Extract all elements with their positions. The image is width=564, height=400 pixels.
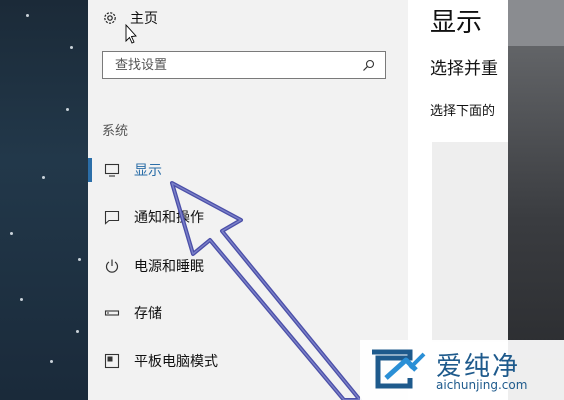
nav-item-label: 显示 (134, 163, 162, 179)
background-window-titlebar (508, 0, 564, 46)
nav-item-power-sleep[interactable]: 电源和睡眠 (88, 246, 408, 286)
search-icon[interactable] (362, 59, 375, 72)
display-preview-area[interactable] (432, 142, 508, 342)
notification-icon (104, 209, 120, 225)
section-description: 选择下面的 (430, 104, 496, 119)
power-icon (104, 258, 120, 274)
active-indicator (88, 158, 92, 182)
nav-item-storage[interactable]: 存储 (88, 293, 408, 333)
tablet-mode-icon (104, 353, 120, 369)
section-subtitle: 选择并重 (430, 59, 498, 79)
nav-item-label: 通知和操作 (134, 210, 204, 226)
home-nav-item[interactable]: 主页 (102, 6, 158, 30)
settings-search-box[interactable] (102, 51, 386, 79)
monitor-icon (104, 162, 120, 178)
watermark: 爱纯净 aichunjing.com (360, 340, 564, 400)
nav-item-display[interactable]: 显示 (88, 150, 408, 190)
nav-item-notifications[interactable]: 通知和操作 (88, 197, 408, 237)
nav-item-label: 存储 (134, 306, 162, 322)
storage-icon (104, 305, 120, 321)
page-title: 显示 (430, 8, 483, 38)
section-label-system: 系统 (102, 124, 129, 139)
home-label: 主页 (130, 11, 158, 27)
watermark-url: aichunjing.com (436, 378, 528, 392)
nav-item-label: 电源和睡眠 (134, 259, 204, 275)
desktop-background (0, 0, 88, 400)
search-input[interactable] (113, 56, 362, 74)
watermark-logo-icon (372, 349, 426, 389)
gear-icon (104, 12, 116, 24)
nav-item-label: 平板电脑模式 (134, 354, 218, 370)
